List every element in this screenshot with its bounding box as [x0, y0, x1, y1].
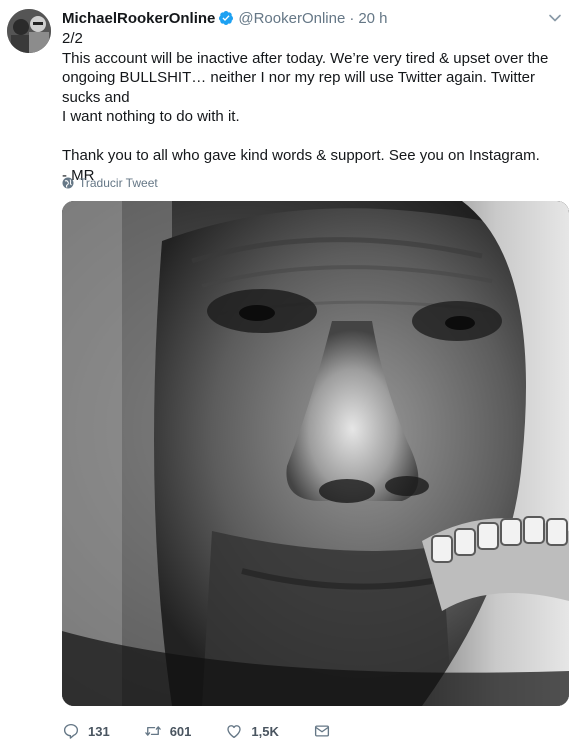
tweet-photo[interactable]	[62, 201, 569, 706]
avatar[interactable]	[7, 9, 51, 53]
tweet-header: MichaelRookerOnline @RookerOnline · 20 h	[62, 8, 388, 28]
heart-icon	[227, 725, 242, 739]
translate-tweet-link[interactable]: Traducir Tweet	[62, 176, 158, 190]
retweet-icon	[144, 726, 161, 736]
envelope-icon	[314, 725, 329, 737]
reply-count: 131	[88, 723, 110, 739]
like-count: 1,5K	[251, 723, 279, 739]
verified-badge-icon	[218, 10, 234, 26]
tweet-text-line: This account will be inactive after toda…	[62, 49, 549, 67]
author-name[interactable]: MichaelRookerOnline	[62, 10, 215, 27]
tweet-text-line: I want nothing to do with it.	[62, 108, 240, 125]
tweet: MichaelRookerOnline @RookerOnline · 20 h…	[0, 0, 575, 749]
author-handle[interactable]: @RookerOnline	[238, 10, 345, 27]
reply-icon	[63, 723, 79, 739]
retweet-button[interactable]: 601	[144, 722, 192, 740]
reply-button[interactable]: 131	[62, 722, 110, 740]
tweet-text-line: Thank you to all who gave kind words & s…	[62, 147, 540, 164]
tweet-text-line: 2/2	[62, 30, 83, 47]
chevron-down-icon[interactable]	[547, 10, 563, 26]
tweet-actions: 131 601 1,5K	[62, 721, 373, 741]
globe-icon	[62, 177, 74, 189]
photo-image	[62, 201, 569, 706]
retweet-count: 601	[169, 723, 192, 739]
separator-dot: ·	[349, 9, 355, 27]
tweet-text: 2/2 This account will be inactive after …	[62, 29, 567, 185]
translate-label: Traducir Tweet	[79, 176, 158, 190]
tweet-timestamp[interactable]: 20 h	[358, 10, 387, 27]
tweet-text-blank-line	[62, 127, 567, 147]
tweet-text-line: ongoing BULLSHIT… neither I nor my rep w…	[62, 69, 535, 106]
avatar-image	[7, 9, 51, 53]
like-button[interactable]: 1,5K	[225, 722, 279, 740]
direct-message-button[interactable]	[313, 722, 339, 740]
